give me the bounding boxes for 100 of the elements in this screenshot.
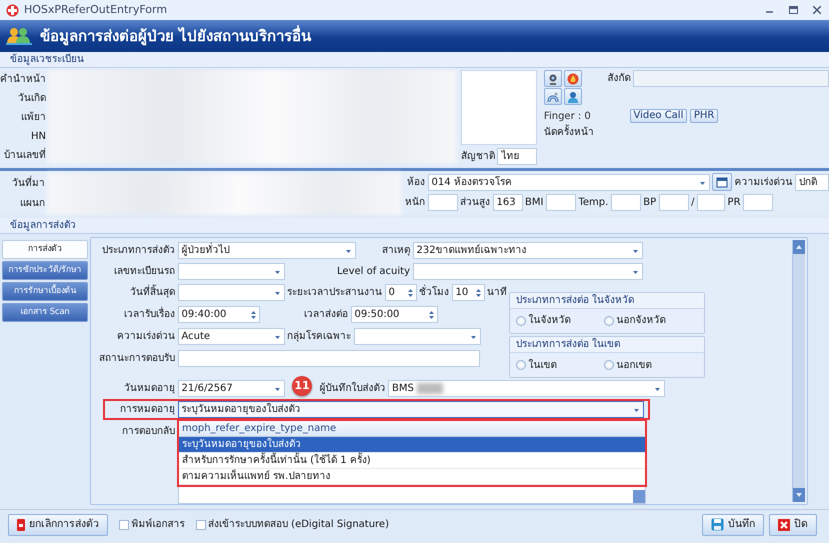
combo-box[interactable]: BMS: [388, 380, 665, 398]
spin-box[interactable]: 0: [384, 284, 416, 302]
cancel-referral-button[interactable]: ยกเลิกการส่งตัว: [8, 514, 108, 536]
close-button[interactable]: ปิด: [769, 514, 817, 536]
combo-box[interactable]: [178, 284, 284, 302]
field-label: ความเร่งด่วน: [116, 330, 175, 344]
checkbox-label: ส่งเข้าระบบทดสอบ (eDigital Signature): [208, 518, 389, 532]
finger-count: Finger : 0: [544, 110, 592, 124]
input-field[interactable]: 163: [492, 194, 522, 211]
field-label: การตอบกลับ: [121, 424, 175, 439]
field-label: วันเกิด: [18, 92, 46, 106]
radio-button[interactable]: [516, 316, 526, 326]
combo-box[interactable]: 014 ห้องตรวจโรค: [428, 174, 710, 190]
field-label: Level of acuity: [336, 264, 410, 279]
calendar-icon: [716, 176, 728, 188]
flame-button[interactable]: [564, 70, 582, 87]
scroll-up-icon[interactable]: [793, 240, 805, 254]
dropdown-option[interactable]: สำหรับการรักษาครั้งนี้เท่านั้น (ใช้ได้ 1 ครั้ง): [179, 452, 645, 469]
combo-box[interactable]: ผู้ป่วยทั่วไป: [178, 242, 356, 259]
radio-button[interactable]: [604, 360, 614, 370]
spin-box[interactable]: 09:40:00: [178, 306, 260, 324]
field-label: ระยะเวลาประสานงาน: [287, 286, 382, 300]
fingerprint-icon: [546, 90, 559, 102]
phr-button[interactable]: PHR: [690, 109, 718, 123]
webcam-button[interactable]: [544, 70, 562, 87]
combo-box[interactable]: Acute: [178, 328, 284, 346]
field-label: HN: [31, 130, 46, 144]
step-badge: 11: [292, 376, 312, 396]
combo-box[interactable]: [412, 262, 642, 280]
field-label: แผนก: [20, 196, 46, 210]
field-label: หนัก: [404, 196, 425, 210]
close-icon: [778, 518, 790, 530]
close-icon[interactable]: [813, 6, 821, 14]
video-call-button[interactable]: Video Call: [630, 109, 688, 123]
input-field[interactable]: [697, 194, 726, 211]
save-icon: [711, 518, 724, 531]
person-button[interactable]: [564, 88, 582, 105]
field-label: สังกัด: [608, 72, 630, 86]
field-label: ประเภทการส่งตัว: [101, 244, 175, 258]
input-field[interactable]: ปกติ: [795, 174, 829, 190]
spin-box[interactable]: 09:50:00: [350, 306, 438, 324]
window-title: HOSxPReferOutEntryForm: [24, 2, 168, 18]
field-label: ผู้บันทึกใบส่งตัว: [320, 381, 386, 396]
field-label: เลขทะเบียนรถ: [113, 264, 175, 279]
side-tab[interactable]: เอกสาร Scan: [2, 303, 88, 322]
field-label: BMI: [525, 196, 544, 210]
scroll-down-button[interactable]: [632, 490, 644, 503]
field-label: วันที่มา: [12, 176, 46, 190]
webcam-icon: [546, 72, 559, 84]
input-field[interactable]: [178, 350, 480, 368]
input-field[interactable]: [546, 194, 576, 211]
combo-box[interactable]: ระบุวันหมดอายุของใบส่งตัว: [178, 400, 644, 418]
combo-box[interactable]: 21/6/2567: [178, 380, 284, 398]
side-tab[interactable]: การส่งตัว: [2, 240, 88, 259]
field-label: Temp.: [578, 196, 608, 210]
field-label: PR: [728, 196, 741, 210]
checkbox[interactable]: [119, 520, 129, 530]
fingerprint-button[interactable]: [544, 88, 562, 105]
radio-button[interactable]: [516, 360, 526, 370]
flame-icon: [567, 72, 580, 84]
list-header: moph_refer_expire_type_name: [179, 420, 645, 437]
field-label: ชั่วโมง: [419, 285, 449, 300]
dropdown-option[interactable]: ระบุวันหมดอายุของใบส่งตัว: [179, 436, 645, 453]
input-field[interactable]: [743, 194, 774, 211]
input-field[interactable]: [658, 194, 689, 211]
field-label: กลุ่มโรคเฉพาะ: [287, 329, 351, 344]
group-title: ประเภทการส่งต่อ ในจังหวัด: [510, 292, 704, 309]
scroll-down-icon[interactable]: [793, 488, 805, 502]
combo-box[interactable]: [178, 262, 284, 280]
appointment-label: นัดครั้งหน้า: [544, 125, 606, 140]
combo-box[interactable]: 232ขาดแพทย์เฉพาะทาง: [412, 242, 642, 259]
field-label: สัญชาติ: [460, 150, 495, 164]
save-button[interactable]: บันทึก: [702, 514, 764, 536]
input-field[interactable]: [633, 70, 829, 87]
input-field[interactable]: ไทย: [497, 148, 537, 165]
field-label: สาเหตุ: [381, 244, 410, 258]
field-label: แพ้ยา: [21, 110, 46, 125]
maximize-icon[interactable]: [789, 6, 798, 14]
calendar-button[interactable]: [712, 173, 732, 191]
scrollbar[interactable]: [792, 240, 805, 502]
side-tab[interactable]: การรักษาเบื้องต้น: [2, 282, 88, 301]
radio-label: ในเขต: [528, 358, 556, 373]
input-field[interactable]: [610, 194, 641, 211]
field-label: ส่วนสูง: [460, 196, 490, 210]
radio-button[interactable]: [604, 316, 614, 326]
radio-label: นอกเขต: [616, 358, 652, 373]
spin-box[interactable]: 10: [452, 284, 484, 302]
field-label: วันที่สิ้นสุด: [91, 285, 175, 300]
field-label: ความเร่งด่วน: [734, 176, 792, 190]
field-label: วันหมดอายุ: [123, 382, 175, 396]
checkbox[interactable]: [196, 520, 206, 530]
input-field[interactable]: [428, 194, 458, 211]
radio-label: นอกจังหวัด: [616, 314, 666, 328]
field-label: การหมดอายุ: [119, 402, 175, 417]
users-icon: [6, 26, 32, 46]
side-tab[interactable]: การซักประวัติ/รักษา: [2, 261, 88, 280]
group-title: ประเภทการส่งต่อ ในเขต: [510, 337, 704, 354]
combo-box[interactable]: [354, 328, 480, 346]
checkbox-label: พิมพ์เอกสาร: [132, 517, 184, 532]
dropdown-option[interactable]: ตามความเห็นแพทย์ รพ.ปลายทาง: [179, 468, 645, 485]
